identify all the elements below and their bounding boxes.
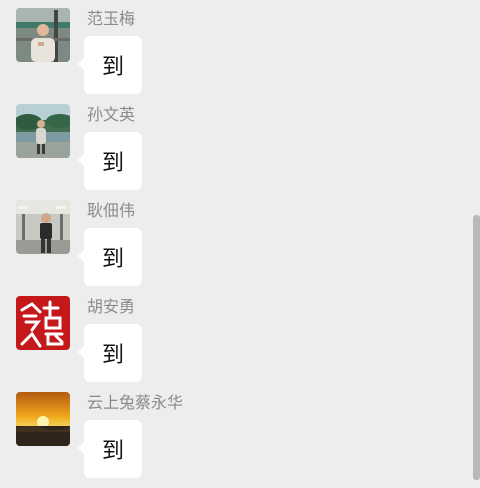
message-bubble[interactable]: 到 <box>78 132 142 190</box>
message-bubble[interactable]: 到 <box>78 420 142 478</box>
avatar[interactable] <box>16 200 70 254</box>
sender-name: 云上兔蔡永华 <box>87 393 184 412</box>
red-seal-icon <box>16 296 70 350</box>
avatar[interactable] <box>16 104 70 158</box>
sender-name: 孙文英 <box>87 105 136 124</box>
message-bubble[interactable]: 到 <box>78 228 142 286</box>
chat-message: 胡安勇 到 <box>0 296 480 392</box>
sender-name: 胡安勇 <box>87 297 136 316</box>
chat-message-list: 范玉梅 到 孙文英 到 耿佃伟 到 胡安勇 到 云上兔蔡永华 到 <box>0 0 480 480</box>
message-text: 到 <box>101 55 124 80</box>
avatar[interactable] <box>16 392 70 446</box>
chat-message: 耿佃伟 到 <box>0 200 480 296</box>
message-bubble[interactable]: 到 <box>78 324 142 382</box>
scrollbar[interactable] <box>473 215 480 480</box>
message-text: 到 <box>101 439 124 464</box>
message-text: 到 <box>101 343 124 368</box>
sender-name: 耿佃伟 <box>87 201 136 220</box>
sunset-photo-icon <box>16 392 70 446</box>
chat-message: 孙文英 到 <box>0 104 480 200</box>
message-text: 到 <box>101 247 124 272</box>
sender-name: 范玉梅 <box>87 9 136 28</box>
message-text: 到 <box>101 151 124 176</box>
avatar[interactable] <box>16 296 70 350</box>
avatar-photo-icon <box>16 104 70 158</box>
chat-message: 范玉梅 到 <box>0 8 480 104</box>
avatar-photo-icon <box>16 8 70 62</box>
message-bubble[interactable]: 到 <box>78 36 142 94</box>
avatar-photo-icon <box>16 200 70 254</box>
chat-message: 云上兔蔡永华 到 <box>0 392 480 488</box>
avatar[interactable] <box>16 8 70 62</box>
